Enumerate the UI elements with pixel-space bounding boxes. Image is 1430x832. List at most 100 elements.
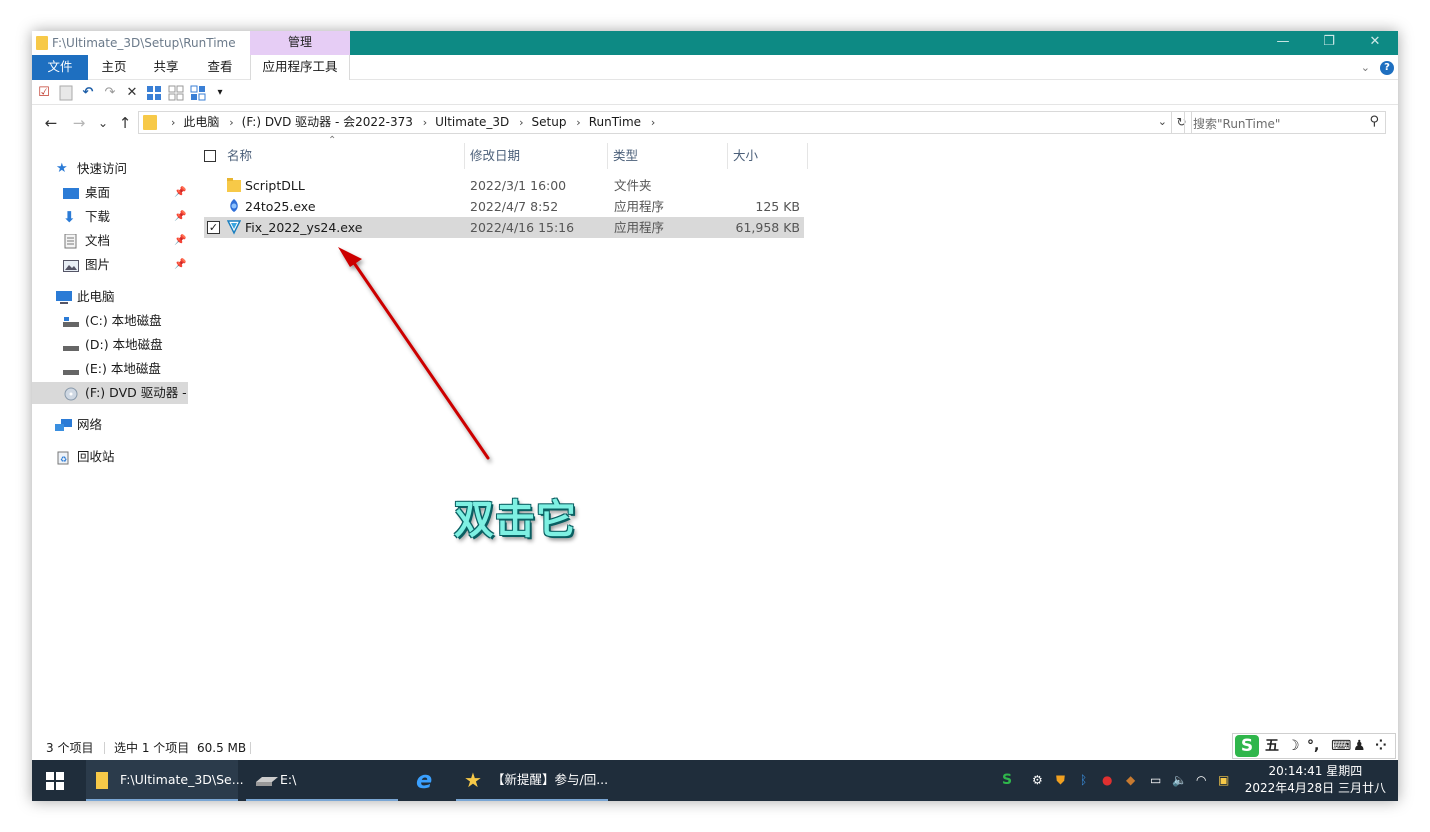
column-divider[interactable] bbox=[807, 143, 808, 169]
tab-view[interactable]: 查看 bbox=[192, 55, 248, 80]
crumb-setup[interactable]: Setup bbox=[532, 115, 567, 129]
chevron-right-icon[interactable]: › bbox=[229, 116, 233, 129]
sidebar-item-documents[interactable]: 文档 📌 bbox=[32, 230, 188, 252]
ime-toolbar[interactable]: S 五 ☽ °, ⌨ ♟ ⁘ bbox=[1232, 733, 1396, 759]
sidebar-item-drive-d[interactable]: (D:) 本地磁盘 bbox=[32, 334, 188, 356]
punctuation-icon[interactable]: °, bbox=[1307, 737, 1319, 755]
tab-app-tools[interactable]: 应用程序工具 bbox=[250, 55, 350, 80]
undo-icon[interactable]: ↶ bbox=[80, 85, 96, 101]
view-details-icon[interactable] bbox=[146, 85, 162, 101]
file-name: 24to25.exe bbox=[245, 199, 316, 214]
tab-share[interactable]: 共享 bbox=[140, 55, 192, 80]
sogou-tray-icon[interactable]: S bbox=[1002, 772, 1012, 788]
view-tiles-icon[interactable] bbox=[168, 85, 184, 101]
wifi-icon[interactable]: ◠ bbox=[1196, 772, 1206, 788]
address-dropdown-icon[interactable]: ⌄ bbox=[1158, 115, 1167, 128]
crumb-runtime[interactable]: RunTime bbox=[589, 115, 641, 129]
sidebar-item-network[interactable]: 网络 bbox=[32, 414, 188, 436]
file-row-scriptdll[interactable]: ScriptDLL 2022/3/1 16:00 文件夹 bbox=[204, 175, 804, 196]
sidebar-item-downloads[interactable]: ⬇ 下载 📌 bbox=[32, 206, 188, 228]
taskbar-clock[interactable]: 20:14:41 星期四 2022年4月28日 三月廿八 bbox=[1245, 763, 1386, 797]
column-header-name[interactable]: 名称 bbox=[227, 141, 252, 171]
tab-home[interactable]: 主页 bbox=[88, 55, 140, 80]
tray-app-icon[interactable]: ◆ bbox=[1126, 772, 1135, 788]
user-icon[interactable]: ♟ bbox=[1353, 737, 1366, 755]
up-button[interactable]: ↑ bbox=[116, 113, 134, 133]
maximize-button[interactable]: ❐ bbox=[1306, 31, 1352, 55]
sidebar-item-this-pc[interactable]: 此电脑 bbox=[32, 286, 188, 308]
folder-icon bbox=[143, 115, 157, 130]
taskbar-app-ie[interactable]: e bbox=[410, 760, 446, 801]
sidebar-item-drive-f[interactable]: (F:) DVD 驱动器 - 会 bbox=[32, 382, 188, 404]
sidebar-item-pictures[interactable]: 图片 📌 bbox=[32, 254, 188, 276]
taskbar-app-drive-e[interactable]: E:\ bbox=[246, 760, 398, 801]
notification-app-icon[interactable]: ▣ bbox=[1218, 772, 1229, 788]
volume-icon[interactable]: 🔈 bbox=[1172, 772, 1187, 788]
close-button[interactable]: ✕ bbox=[1352, 31, 1398, 55]
chevron-down-icon[interactable]: ⌄ bbox=[1361, 61, 1370, 74]
sidebar-item-drive-e[interactable]: (E:) 本地磁盘 bbox=[32, 358, 188, 380]
sidebar-item-desktop[interactable]: 桌面 📌 bbox=[32, 182, 188, 204]
tab-file[interactable]: 文件 bbox=[32, 55, 88, 80]
status-selection-size: 60.5 MB bbox=[197, 741, 247, 755]
pin-icon[interactable]: 📌 bbox=[174, 254, 186, 276]
keyboard-icon[interactable]: ⌨ bbox=[1331, 737, 1351, 755]
back-button[interactable]: ← bbox=[42, 113, 60, 133]
row-checkbox[interactable]: ✓ bbox=[207, 221, 220, 234]
properties-icon[interactable]: ☑ bbox=[36, 85, 52, 101]
column-divider[interactable] bbox=[607, 143, 608, 169]
windows-start-icon[interactable] bbox=[46, 772, 66, 790]
antivirus-icon[interactable]: ● bbox=[1102, 772, 1112, 788]
file-row-24to25[interactable]: 24to25.exe 2022/4/7 8:52 应用程序 125 KB bbox=[204, 196, 804, 217]
tab-manage-context[interactable]: 管理 bbox=[250, 31, 350, 55]
redo-icon[interactable]: ↷ bbox=[102, 85, 118, 101]
address-bar[interactable]: › 此电脑 › (F:) DVD 驱动器 - 会2022-373 › Ultimate… bbox=[138, 111, 1172, 134]
sidebar-item-quick-access[interactable]: ★ 快速访问 bbox=[32, 158, 188, 180]
customize-dropdown-icon[interactable]: ▾ bbox=[212, 85, 228, 101]
crumb-ultimate-3d[interactable]: Ultimate_3D bbox=[435, 115, 509, 129]
column-divider[interactable] bbox=[727, 143, 728, 169]
forward-button[interactable]: → bbox=[70, 113, 88, 133]
help-icon[interactable]: ? bbox=[1380, 61, 1394, 75]
view-list-icon[interactable] bbox=[190, 85, 206, 101]
delete-icon[interactable]: ✕ bbox=[124, 85, 140, 101]
drive-icon bbox=[63, 338, 79, 352]
ime-mode-wubi[interactable]: 五 bbox=[1265, 737, 1279, 755]
pin-icon[interactable]: 📌 bbox=[174, 182, 186, 204]
sidebar-item-recycle-bin[interactable]: ♻ 回收站 bbox=[32, 446, 188, 468]
file-name: ScriptDLL bbox=[245, 178, 305, 193]
battery-icon[interactable]: ▭ bbox=[1150, 772, 1161, 788]
chevron-right-icon[interactable]: › bbox=[576, 116, 580, 129]
pin-icon[interactable]: 📌 bbox=[174, 206, 186, 228]
tray-gear-icon[interactable]: ⚙ bbox=[1032, 772, 1043, 788]
taskbar-app-browser-tab[interactable]: ★ 【新提醒】参与/回... bbox=[456, 760, 608, 801]
sidebar-item-label: (D:) 本地磁盘 bbox=[85, 337, 163, 352]
search-input[interactable]: 搜索"RunTime" ⚲ bbox=[1184, 111, 1386, 134]
column-header-size[interactable]: 大小 bbox=[733, 141, 758, 171]
select-all-checkbox[interactable] bbox=[204, 150, 216, 162]
file-type: 应用程序 bbox=[614, 199, 665, 214]
recent-locations-button[interactable]: ⌄ bbox=[94, 113, 112, 133]
file-row-fix-2022[interactable]: ✓ Fix_2022_ys24.exe 2022/4/16 15:16 应用程序… bbox=[204, 217, 804, 238]
column-header-type[interactable]: 类型 bbox=[613, 141, 638, 171]
chevron-right-icon[interactable]: › bbox=[171, 116, 175, 129]
sogou-logo-icon[interactable]: S bbox=[1235, 735, 1259, 757]
sidebar-item-drive-c[interactable]: (C:) 本地磁盘 bbox=[32, 310, 188, 332]
chevron-right-icon[interactable]: › bbox=[651, 116, 655, 129]
title-bar[interactable]: F:\Ultimate_3D\Setup\RunTime 管理 — ❐ ✕ bbox=[32, 31, 1398, 55]
column-divider[interactable] bbox=[464, 143, 465, 169]
pin-icon[interactable]: 📌 bbox=[174, 230, 186, 252]
shield-icon[interactable]: ⛊ bbox=[1056, 772, 1065, 788]
moon-icon[interactable]: ☽ bbox=[1287, 737, 1300, 755]
bluetooth-icon[interactable]: ᛒ bbox=[1080, 772, 1087, 788]
column-header-modified[interactable]: 修改日期 bbox=[470, 141, 520, 171]
menu-grid-icon[interactable]: ⁘ bbox=[1375, 737, 1387, 755]
chevron-right-icon[interactable]: › bbox=[423, 116, 427, 129]
new-folder-icon[interactable] bbox=[58, 85, 74, 101]
minimize-button[interactable]: — bbox=[1260, 31, 1306, 55]
taskbar-app-explorer[interactable]: F:\Ultimate_3D\Se... bbox=[86, 760, 244, 801]
sidebar-item-label: 文档 bbox=[85, 233, 111, 248]
chevron-right-icon[interactable]: › bbox=[519, 116, 523, 129]
crumb-this-pc[interactable]: 此电脑 bbox=[183, 115, 219, 129]
crumb-dvd-drive[interactable]: (F:) DVD 驱动器 - 会2022-373 bbox=[242, 115, 413, 129]
